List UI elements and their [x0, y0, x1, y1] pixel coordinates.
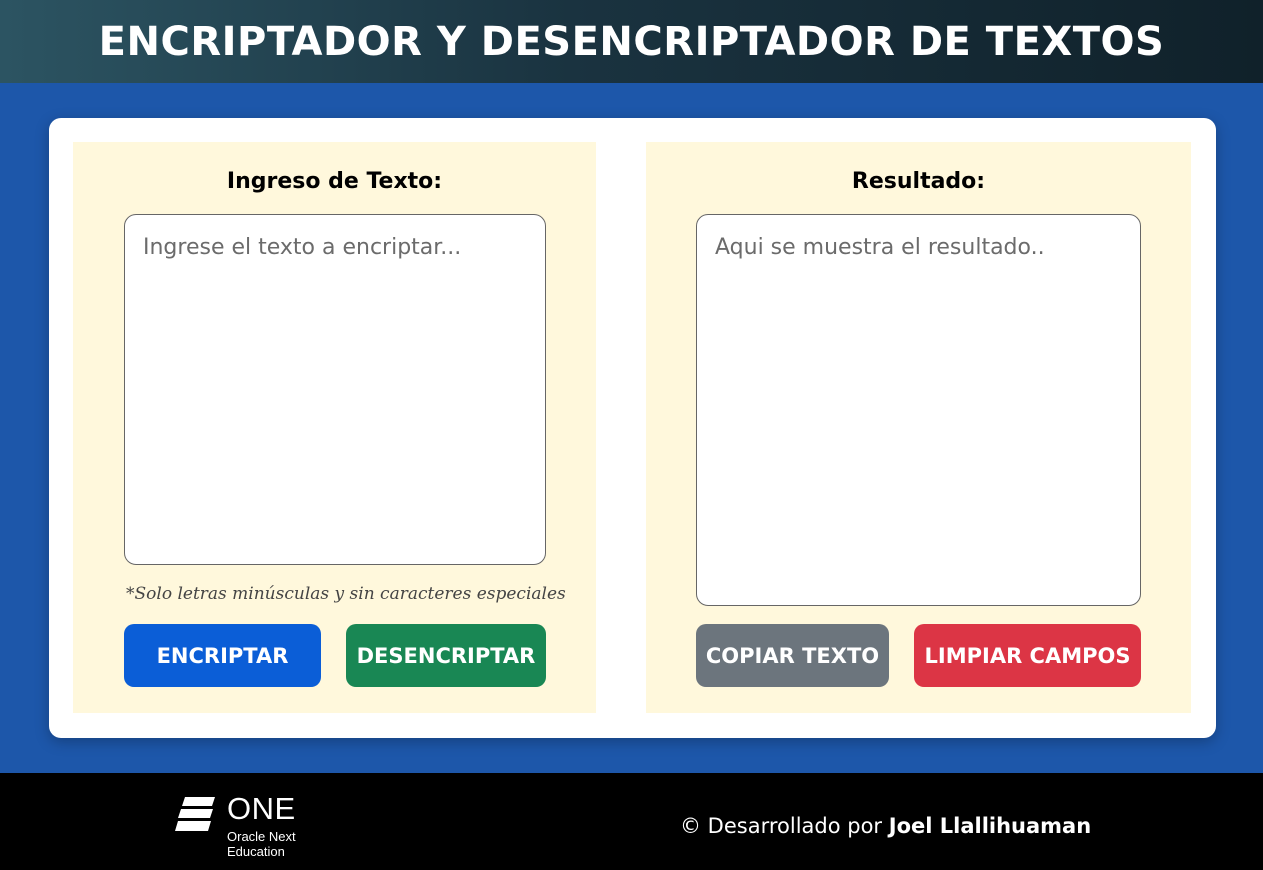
decrypt-button[interactable]: DESENCRIPTAR	[346, 624, 546, 687]
one-logo: ONE Oracle Next Education	[175, 791, 317, 863]
page-header: ENCRIPTADOR Y DESENCRIPTADOR DE TEXTOS	[0, 0, 1263, 83]
one-logo-icon	[175, 795, 217, 839]
page-footer: ONE Oracle Next Education © Desarrollado…	[0, 773, 1263, 870]
logo-subtitle-line1: Oracle Next	[227, 829, 296, 844]
input-textarea[interactable]	[124, 214, 546, 565]
clear-fields-button[interactable]: LIMPIAR CAMPOS	[914, 624, 1141, 687]
page-title: ENCRIPTADOR Y DESENCRIPTADOR DE TEXTOS	[98, 18, 1165, 65]
copy-text-button[interactable]: COPIAR TEXTO	[696, 624, 889, 687]
credit-author: Joel Llallihuaman	[888, 814, 1092, 838]
logo-subtitle-line2: Education	[227, 844, 285, 859]
logo-subtitle: Oracle Next Education	[227, 829, 317, 859]
logo-text: ONE	[227, 791, 296, 826]
main-card: Ingreso de Texto: *Solo letras minúscula…	[49, 118, 1216, 738]
result-panel: Resultado: COPIAR TEXTO LIMPIAR CAMPOS	[646, 142, 1191, 713]
footer-credit: © Desarrollado por Joel Llallihuaman	[680, 814, 1091, 838]
credit-prefix: © Desarrollado por	[680, 814, 889, 838]
result-textarea[interactable]	[696, 214, 1141, 606]
input-panel-title: Ingreso de Texto:	[226, 169, 443, 194]
encrypt-button[interactable]: ENCRIPTAR	[124, 624, 321, 687]
result-panel-title: Resultado:	[851, 169, 986, 194]
input-restriction-note: *Solo letras minúsculas y sin caracteres…	[126, 584, 566, 604]
input-panel: Ingreso de Texto: *Solo letras minúscula…	[73, 142, 596, 713]
